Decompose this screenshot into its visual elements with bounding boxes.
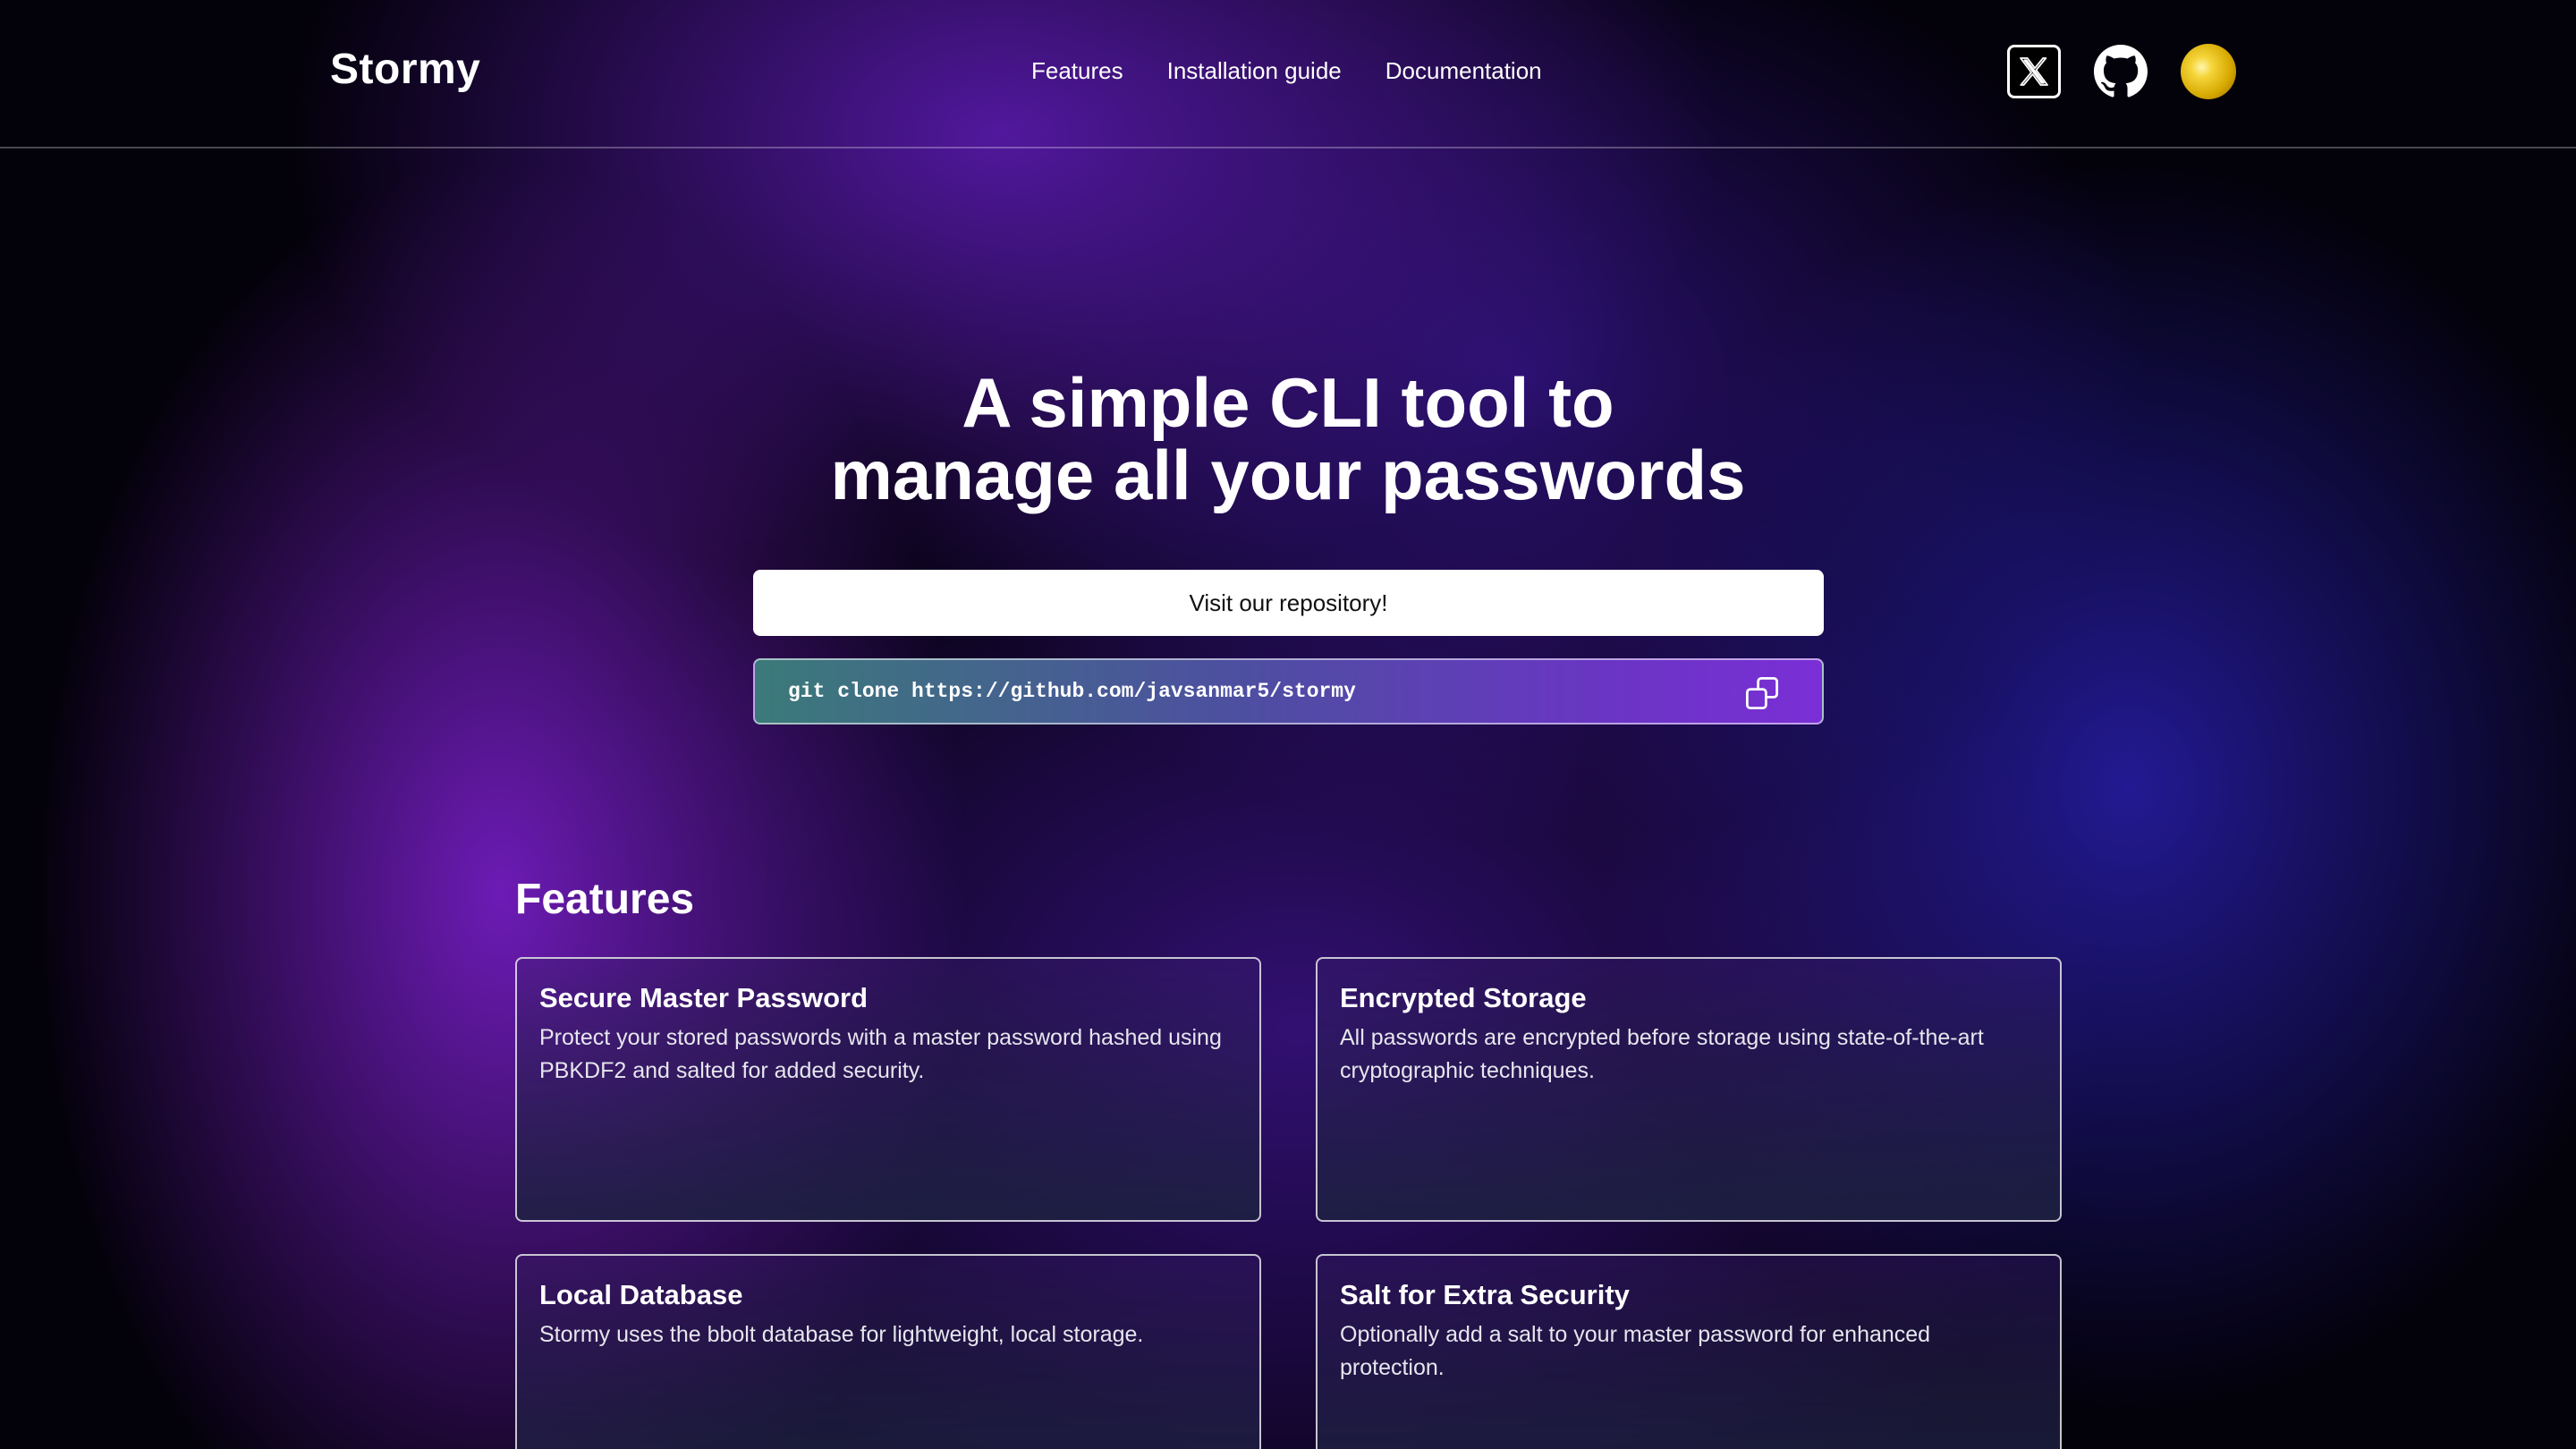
feature-card: Local Database Stormy uses the bbolt dat… [515,1254,1261,1449]
feature-card: Salt for Extra Security Optionally add a… [1316,1254,2062,1449]
x-icon[interactable] [2007,45,2061,98]
github-logo-glyph [2094,45,2148,97]
main-nav: Features Installation guide Documentatio… [1031,57,1542,85]
feature-card-title: Encrypted Storage [1340,982,1587,1013]
page: Stormy Features Installation guide Docum… [0,0,2576,1449]
feature-card: Secure Master Password Protect your stor… [515,957,1261,1222]
copy-icon-glyph [1745,676,1779,710]
copy-icon[interactable] [1743,674,1781,712]
github-icon[interactable] [2093,44,2148,99]
features-heading: Features [515,876,695,923]
hero-title-line-1: A simple CLI tool to [962,363,1614,442]
feature-card-description: Protect your stored passwords with a mas… [539,1025,1222,1083]
hero-title: A simple CLI tool to manage all your pas… [0,367,2576,512]
feature-card-title: Salt for Extra Security [1340,1279,1630,1310]
nav-link-installation-guide[interactable]: Installation guide [1167,57,1342,85]
feature-card: Encrypted Storage All passwords are encr… [1316,957,2062,1222]
brand-logo[interactable]: Stormy [330,45,480,94]
feature-card-title: Local Database [539,1279,743,1310]
feature-card-title: Secure Master Password [539,982,869,1013]
clone-command-text: git clone https://github.com/javsanmar5/… [788,680,1356,703]
feature-card-description: Optionally add a salt to your master pas… [1340,1322,1931,1380]
site-header: Stormy Features Installation guide Docum… [0,0,2576,148]
feature-card-description: Stormy uses the bbolt database for light… [539,1322,1144,1347]
visit-repository-button[interactable]: Visit our repository! [753,570,1824,636]
nav-link-features[interactable]: Features [1031,57,1123,85]
avatar[interactable] [2181,44,2236,99]
clone-command-box: git clone https://github.com/javsanmar5/… [753,658,1824,724]
feature-card-description: All passwords are encrypted before stora… [1340,1025,1984,1083]
nav-link-documentation[interactable]: Documentation [1385,57,1542,85]
hero-title-line-2: manage all your passwords [830,436,1746,514]
header-icons [2007,44,2236,99]
x-logo-glyph [2020,57,2048,86]
